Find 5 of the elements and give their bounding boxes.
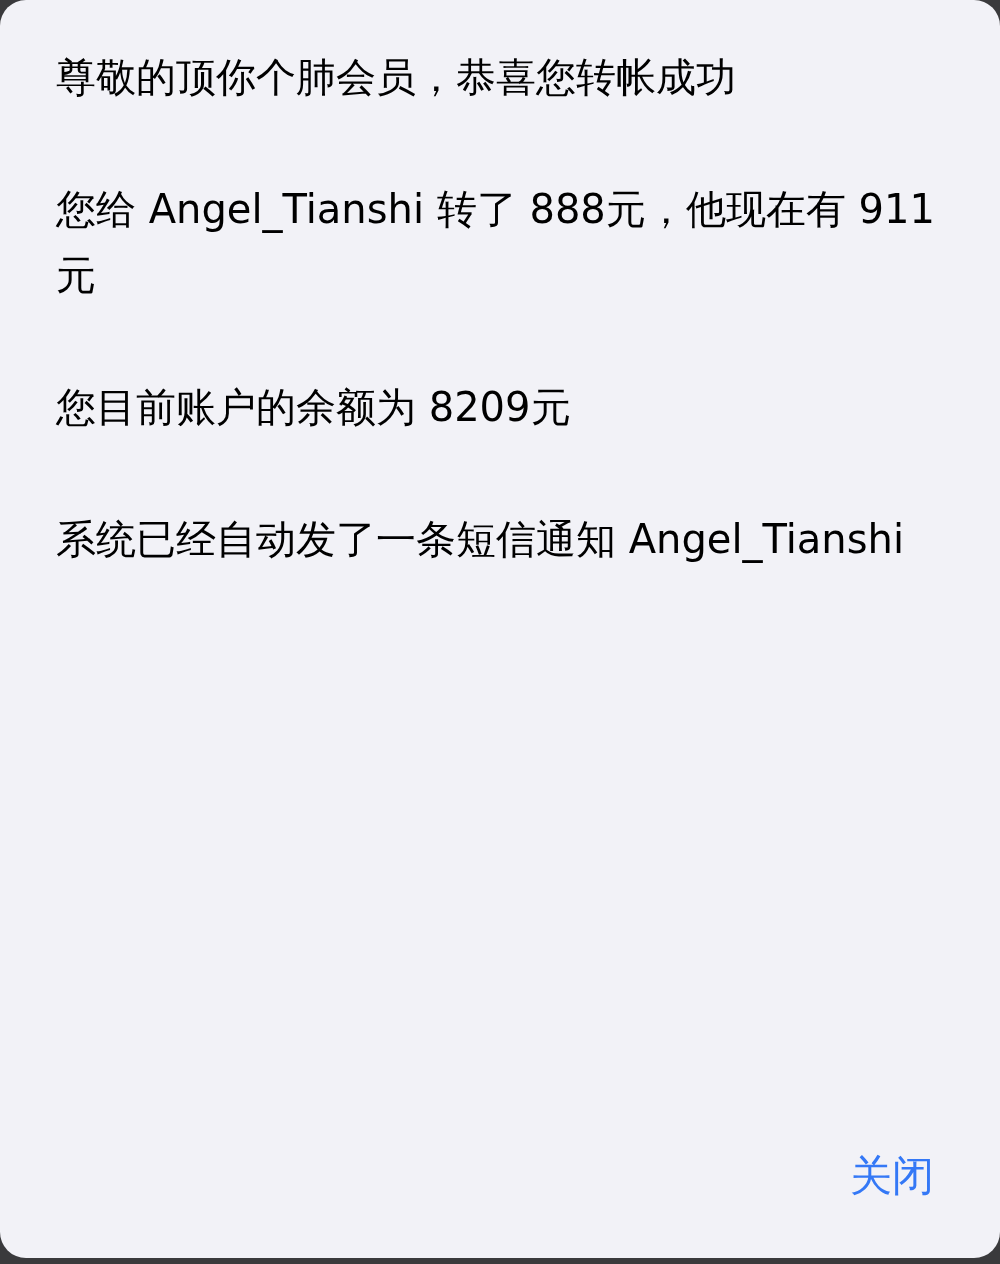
close-button[interactable]: 关闭 — [850, 1150, 934, 1202]
message-text: 您目前账户的余额为 8209元 — [56, 383, 572, 432]
message-text: 尊敬的顶你个肺会员，恭喜您转帐成功 — [56, 53, 737, 102]
message-text: 系统已经自动发了一条短信通知 Angel_Tianshi — [56, 515, 906, 565]
message-text: 您给 Angel_Tianshi 转了 888元，他现在有 911元 — [56, 185, 936, 300]
